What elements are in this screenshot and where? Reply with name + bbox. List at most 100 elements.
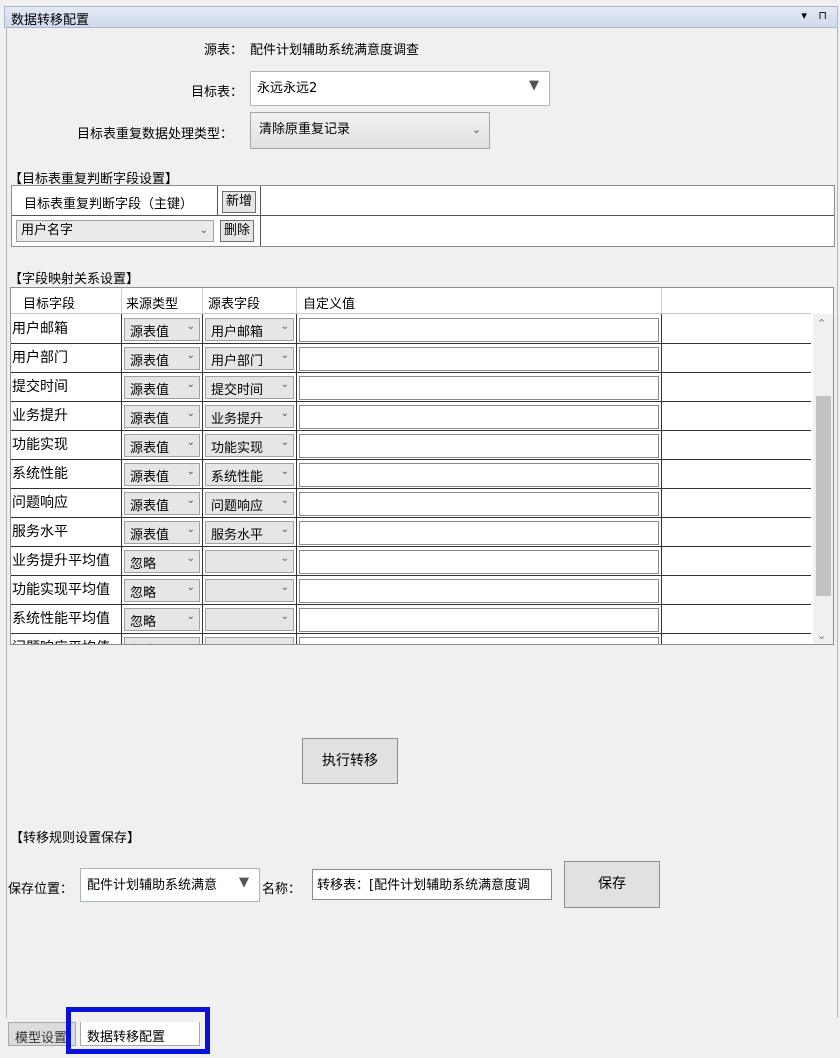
panel-titlebar: 数据转移配置 ▾ ⊓ [4, 6, 838, 28]
custom-value-input[interactable] [299, 405, 659, 429]
chevron-down-icon: ⌄ [280, 466, 289, 477]
source-type-combo[interactable]: 源表值 ⌄ [124, 463, 200, 486]
source-field-combo[interactable]: 用户邮箱 ⌄ [205, 318, 294, 341]
chevron-down-icon: ⌄ [186, 466, 195, 477]
target-field-cell: 系统性能平均值 [12, 611, 110, 627]
source-field-combo[interactable]: 功能实现 ⌄ [205, 434, 294, 457]
source-type-combo[interactable]: 忽略 ⌄ [124, 637, 200, 645]
source-type-value: 源表值 [130, 412, 170, 427]
table-row: 问题响应平均值忽略 ⌄ ⌄ [11, 634, 811, 645]
col-source-type: 来源类型 [126, 297, 179, 312]
source-type-combo[interactable]: 忽略 ⌄ [124, 608, 200, 631]
source-field-combo[interactable]: ⌄ [205, 608, 294, 631]
source-type-combo[interactable]: 源表值 ⌄ [124, 347, 200, 370]
target-field-cell: 业务提升平均值 [12, 553, 110, 569]
source-type-value: 源表值 [130, 528, 170, 543]
source-type-value: 忽略 [130, 557, 157, 572]
source-field-combo[interactable]: 问题响应 ⌄ [205, 492, 294, 515]
source-field-combo[interactable]: 用户部门 ⌄ [205, 347, 294, 370]
source-field-combo[interactable]: ⌄ [205, 550, 294, 573]
panel-title: 数据转移配置 [11, 13, 90, 28]
target-field-cell: 提交时间 [12, 379, 68, 395]
source-type-combo[interactable]: 源表值 ⌄ [124, 318, 200, 341]
scroll-up-icon[interactable]: ⌃ [817, 317, 826, 330]
source-field-value: 系统性能 [211, 470, 264, 485]
source-field-combo[interactable]: 服务水平 ⌄ [205, 521, 294, 544]
name-input[interactable]: 转移表：[配件计划辅助系统满意度调 [312, 869, 552, 900]
target-field-cell: 问题响应 [12, 495, 68, 511]
source-field-value: 业务提升 [211, 412, 264, 427]
table-row: 系统性能平均值 忽略 ⌄ ⌄ [11, 605, 811, 634]
custom-value-input[interactable] [299, 376, 659, 400]
source-type-combo[interactable]: 忽略 ⌄ [124, 550, 200, 573]
save-location-value: 配件计划辅助系统满意 [87, 878, 218, 893]
target-field-cell: 业务提升 [12, 408, 68, 424]
col-custom-value: 自定义值 [303, 297, 356, 312]
chevron-down-icon: ⌄ [280, 524, 289, 535]
scroll-down-icon[interactable]: ⌄ [817, 629, 826, 642]
vertical-scrollbar[interactable]: ⌃ ⌄ [813, 314, 833, 644]
source-type-combo[interactable]: 忽略 ⌄ [124, 579, 200, 602]
source-field-combo[interactable]: ⌄ [205, 579, 294, 602]
col-source-field: 源表字段 [208, 297, 261, 312]
source-field-combo[interactable]: 提交时间 ⌄ [205, 376, 294, 399]
dup-field-header: 目标表重复判断字段（主键） [24, 197, 194, 212]
custom-value-input[interactable] [299, 521, 659, 545]
target-field-cell: 服务水平 [12, 524, 68, 540]
custom-value-input[interactable] [299, 434, 659, 458]
source-field-combo[interactable]: 业务提升 ⌄ [205, 405, 294, 428]
execute-transfer-button[interactable]: 执行转移 [302, 738, 398, 784]
source-field-value: 问题响应 [211, 499, 264, 514]
source-type-value: 源表值 [130, 441, 170, 456]
chevron-down-icon: ⌄ [186, 582, 195, 593]
chevron-down-icon: ⌄ [186, 553, 195, 564]
source-type-combo[interactable]: 源表值 ⌄ [124, 434, 200, 457]
custom-value-input[interactable] [299, 637, 659, 644]
chevron-down-icon: ⌄ [280, 379, 289, 390]
add-button[interactable]: 新增 [222, 191, 257, 213]
target-table-value: 永远永远2 [257, 81, 318, 96]
custom-value-input[interactable] [299, 550, 659, 574]
custom-value-input[interactable] [299, 463, 659, 487]
chevron-down-icon: ⌄ [281, 640, 289, 644]
source-field-combo[interactable]: 系统性能 ⌄ [205, 463, 294, 486]
target-field-cell: 用户邮箱 [12, 321, 68, 337]
tab-model-settings[interactable]: 模型设置 [8, 1022, 76, 1046]
table-row: 用户部门 源表值 ⌄ 用户部门 ⌄ [11, 344, 811, 373]
dup-field-header-row: 目标表重复判断字段（主键） 新增 [12, 186, 834, 216]
chevron-down-icon: ⌄ [186, 437, 195, 448]
tab-data-transfer[interactable]: 数据转移配置 [80, 1022, 200, 1046]
target-label: 目标表： [191, 85, 244, 100]
source-field-combo[interactable]: ⌄ [205, 637, 294, 644]
source-type-combo[interactable]: 源表值 ⌄ [124, 521, 200, 544]
custom-value-input[interactable] [299, 347, 659, 371]
col-target-field: 目标字段 [23, 297, 76, 312]
custom-value-input[interactable] [299, 579, 659, 603]
target-table-combo[interactable]: 永远永远2 ▼ [250, 71, 550, 106]
name-label: 名称： [262, 882, 302, 897]
dup-field-combo[interactable]: 用户名字 ⌄ [16, 220, 214, 242]
chevron-down-icon: ⌄ [199, 225, 208, 236]
source-type-value: 源表值 [130, 325, 170, 340]
chevron-down-icon: ⌄ [186, 495, 195, 506]
save-button[interactable]: 保存 [564, 861, 660, 908]
chevron-down-icon: ⌄ [280, 321, 289, 332]
source-type-value: 忽略 [130, 644, 156, 645]
source-type-combo[interactable]: 源表值 ⌄ [124, 492, 200, 515]
custom-value-input[interactable] [299, 492, 659, 516]
table-row: 用户邮箱 源表值 ⌄ 用户邮箱 ⌄ [11, 315, 811, 344]
chevron-down-icon: ⌄ [186, 379, 195, 390]
custom-value-input[interactable] [299, 318, 659, 342]
scroll-thumb[interactable] [816, 396, 831, 596]
dup-field-grid: 目标表重复判断字段（主键） 新增 用户名字 ⌄ 删除 [11, 185, 835, 247]
source-type-combo[interactable]: 源表值 ⌄ [124, 405, 200, 428]
custom-value-input[interactable] [299, 608, 659, 632]
source-field-value: 用户部门 [211, 354, 264, 369]
source-type-combo[interactable]: 源表值 ⌄ [124, 376, 200, 399]
dup-mode-combo[interactable]: 清除原重复记录 ⌄ [250, 112, 490, 149]
target-field-cell: 用户部门 [12, 350, 68, 366]
save-location-combo[interactable]: 配件计划辅助系统满意 ▼ [80, 868, 260, 902]
source-field-value: 用户邮箱 [211, 325, 264, 340]
delete-button[interactable]: 删除 [220, 220, 255, 242]
pin-icon[interactable]: ▾ ⊓ [801, 9, 831, 22]
